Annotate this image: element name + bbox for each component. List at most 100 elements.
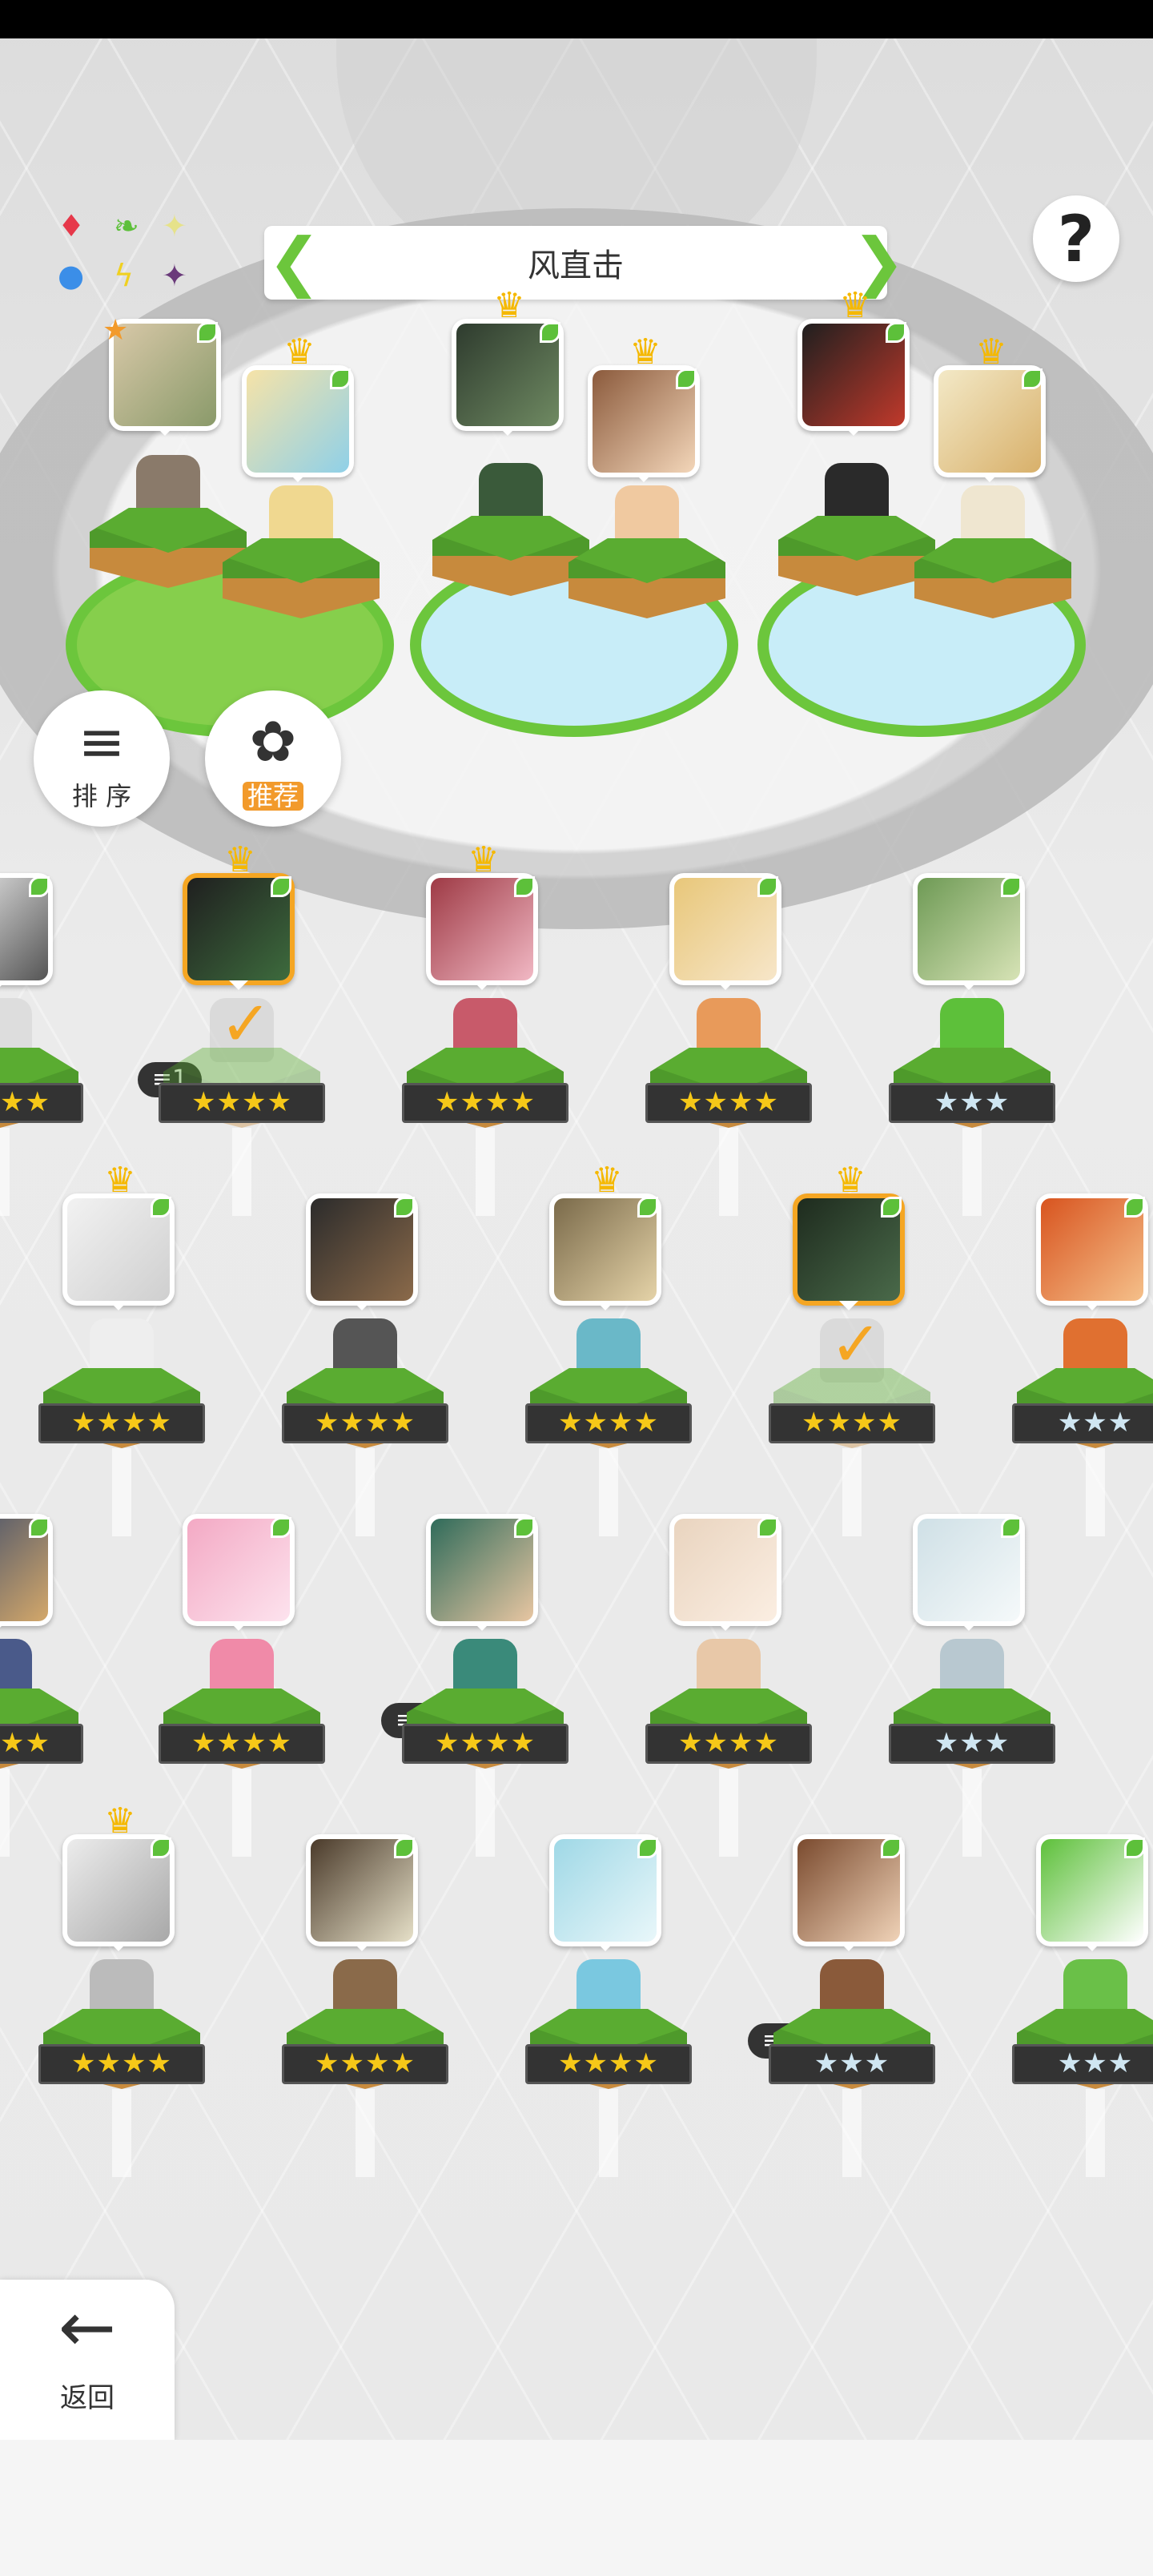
formation-title: 风直击 [528, 248, 624, 284]
pole [0, 1769, 10, 1857]
wind-element-icon [1124, 1197, 1145, 1218]
rarity-stars: ★★★★ [769, 1403, 935, 1443]
wind-element-icon [757, 876, 778, 897]
water-icon[interactable]: ● [58, 260, 84, 292]
thunder-icon[interactable]: ϟ [114, 260, 134, 292]
back-button[interactable]: ← 返回 [0, 2280, 175, 2440]
character-portrait [588, 365, 700, 482]
crown-icon: ♛ [629, 332, 661, 372]
rarity-stars: ★★★ [889, 1083, 1055, 1123]
rarity-stars: ★★★★ [402, 1083, 568, 1123]
selected-check-icon: ✓ [830, 1309, 882, 1381]
selected-check-icon: ✓ [219, 988, 272, 1061]
pole [112, 2089, 131, 2177]
rarity-stars: ★★★★ [159, 1724, 325, 1764]
character-portrait [793, 1834, 905, 1951]
wind-element-icon [197, 322, 218, 343]
wind-element-icon [514, 876, 535, 897]
rarity-stars: ★★★★ [38, 1403, 205, 1443]
pole [962, 1128, 982, 1216]
character-portrait [306, 1193, 418, 1310]
pole [356, 2089, 375, 2177]
pole [0, 1128, 10, 1216]
rarity-stars: ★★★★ [282, 1403, 448, 1443]
pole [962, 1769, 982, 1857]
crown-icon: ♛ [975, 332, 1007, 372]
leader-star-icon: ★ [102, 314, 129, 347]
pole [112, 1448, 131, 1536]
crown-icon: ♛ [104, 1801, 136, 1841]
wind-element-icon [394, 1837, 415, 1858]
team-formation-screen: ♦ ❧ ✦ ● ϟ ✦ ❮ 风直击 ❯ ? ★ ♛ ♛ ♛ ♛ ♛ ≡ 排 序 … [0, 0, 1153, 2576]
wind-element-icon [637, 1837, 658, 1858]
character-portrait [183, 1514, 295, 1631]
recommend-label: 推荐 [242, 782, 303, 811]
rarity-stars: ★★★★ [525, 2044, 692, 2084]
light-icon[interactable]: ✦ [162, 210, 187, 242]
rarity-stars: ★★★ [769, 2044, 935, 2084]
wind-element-icon [540, 322, 560, 343]
crown-icon: ♛ [224, 839, 256, 880]
wind-element-icon [886, 322, 906, 343]
crown-icon: ♛ [283, 332, 315, 372]
pole [356, 1448, 375, 1536]
crown-icon: ♛ [839, 285, 871, 326]
wind-element-icon [271, 1517, 291, 1538]
rarity-stars: ★★★★ [645, 1724, 812, 1764]
wind-element-icon [881, 1197, 902, 1218]
pole [232, 1769, 251, 1857]
crown-icon: ♛ [104, 1160, 136, 1201]
sort-label: 排 序 [71, 781, 132, 811]
rarity-stars: ★★★★ [159, 1083, 325, 1123]
formation-title-banner[interactable]: ❮ 风直击 ❯ [264, 226, 906, 300]
wind-element-icon [29, 876, 50, 897]
character-portrait [62, 1193, 175, 1310]
help-button[interactable]: ? [1033, 195, 1119, 282]
fire-icon[interactable]: ♦ [58, 210, 85, 242]
pole [719, 1769, 738, 1857]
element-filter[interactable]: ♦ ❧ ✦ ● ϟ ✦ [58, 210, 202, 304]
character-portrait [0, 1514, 53, 1631]
wind-element-icon [330, 368, 351, 389]
status-bar [0, 0, 1153, 38]
character-portrait [242, 365, 354, 482]
dark-icon[interactable]: ✦ [162, 260, 187, 292]
wind-element-icon [676, 368, 697, 389]
pole [1086, 1448, 1105, 1536]
pole [719, 1128, 738, 1216]
character-portrait [549, 1834, 661, 1951]
crown-icon: ♛ [591, 1160, 623, 1201]
prev-formation-icon[interactable]: ❮ [267, 230, 321, 295]
crown-icon: ♛ [468, 839, 500, 880]
rarity-stars: ★★★★ [0, 1724, 83, 1764]
wind-element-icon [514, 1517, 535, 1538]
character-portrait [913, 1514, 1025, 1631]
wind-element-icon [1022, 368, 1043, 389]
character-portrait [306, 1834, 418, 1951]
character-portrait [1036, 1834, 1148, 1951]
character-portrait [452, 319, 564, 436]
rarity-stars: ★★★★ [0, 1083, 83, 1123]
wind-element-icon [757, 1517, 778, 1538]
wind-element-icon [637, 1197, 658, 1218]
pole [232, 1128, 251, 1216]
recommend-button[interactable]: ✿ 推荐 [205, 690, 341, 827]
rarity-stars: ★★★ [1012, 1403, 1153, 1443]
sort-button[interactable]: ≡ 排 序 [34, 690, 170, 827]
character-portrait [793, 1193, 905, 1310]
wind-icon[interactable]: ❧ [114, 210, 139, 242]
wind-element-icon [881, 1837, 902, 1858]
crown-icon: ♛ [834, 1160, 866, 1201]
wind-element-icon [1124, 1837, 1145, 1858]
wind-element-icon [29, 1517, 50, 1538]
character-portrait [934, 365, 1046, 482]
navigation-bar [0, 2440, 1153, 2576]
character-portrait [1036, 1193, 1148, 1310]
character-portrait [797, 319, 910, 436]
rarity-stars: ★★★★ [38, 2044, 205, 2084]
rarity-stars: ★★★ [1012, 2044, 1153, 2084]
pole [1086, 2089, 1105, 2177]
rarity-stars: ★★★★ [282, 2044, 448, 2084]
character-portrait [62, 1834, 175, 1951]
pole [599, 1448, 618, 1536]
